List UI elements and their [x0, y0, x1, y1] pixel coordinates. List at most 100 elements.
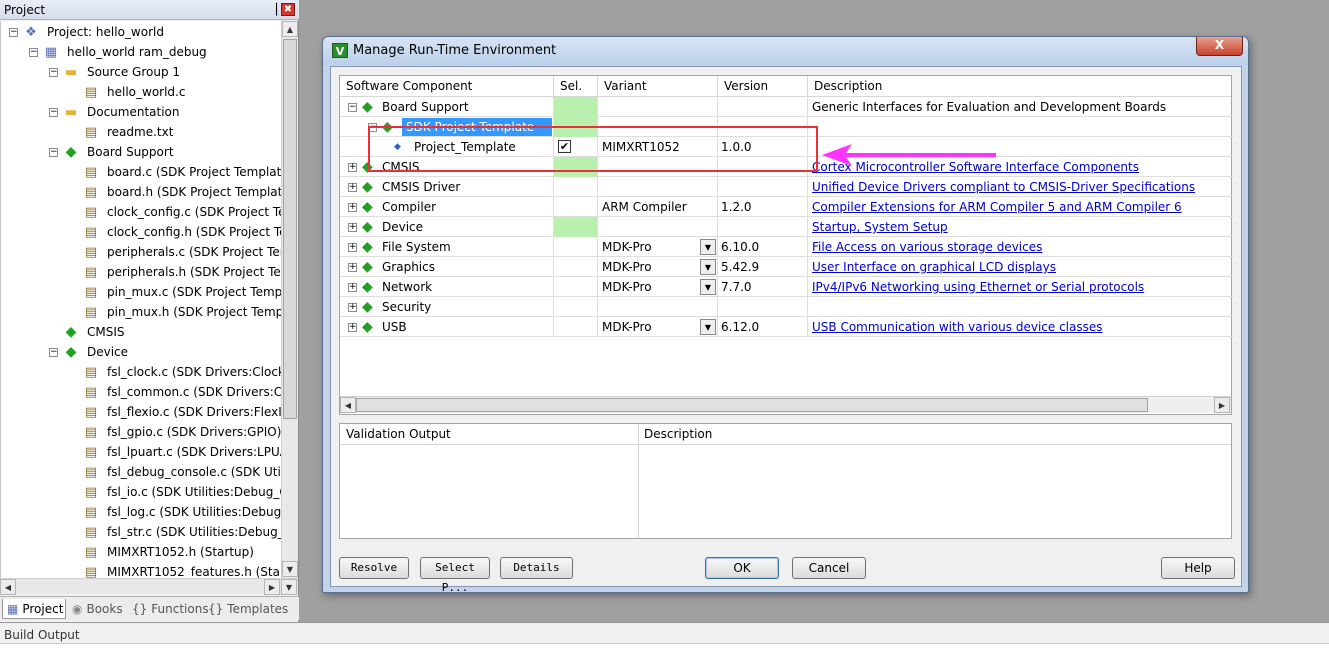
component-cell[interactable]: + ◆ Compiler: [340, 197, 554, 217]
component-cell[interactable]: + ◆ Graphics: [340, 257, 554, 277]
description-cell[interactable]: User Interface on graphical LCD displays: [808, 257, 1233, 277]
scroll-left-arrow-icon[interactable]: ◀: [0, 579, 16, 595]
variant-cell[interactable]: MDK-Pro ▼: [598, 317, 718, 337]
expand-toggle-icon[interactable]: +: [348, 323, 357, 332]
description-link[interactable]: Startup, System Setup: [812, 220, 948, 234]
description-link[interactable]: Compiler Extensions for ARM Compiler 5 a…: [812, 200, 1182, 214]
tree-item[interactable]: ▤ board.h (SDK Project Template:P: [1, 182, 281, 202]
expand-toggle-icon[interactable]: +: [348, 183, 357, 192]
tree-item[interactable]: ▤ fsl_gpio.c (SDK Drivers:GPIO): [1, 422, 281, 442]
column-header-software-component[interactable]: Software Component: [340, 76, 554, 97]
component-row[interactable]: + ◆ CMSIS Driver Unified Device Drivers com…: [340, 177, 1233, 197]
tree-item[interactable]: ▤ readme.txt: [1, 122, 281, 142]
dropdown-arrow-icon[interactable]: ▼: [700, 239, 716, 255]
component-cell[interactable]: + ◆ Device: [340, 217, 554, 237]
sel-cell[interactable]: [554, 317, 598, 337]
scrollbar-thumb[interactable]: [356, 398, 1148, 412]
description-cell[interactable]: File Access on various storage devices: [808, 237, 1233, 257]
description-link[interactable]: File Access on various storage devices: [812, 240, 1042, 254]
collapse-toggle-icon[interactable]: −: [29, 48, 38, 57]
expand-toggle-icon[interactable]: +: [348, 283, 357, 292]
tree-item[interactable]: − ▬ Documentation: [1, 102, 281, 122]
component-row[interactable]: + ◆ Network MDK-Pro ▼ 7.7.0 IPv4/IPv6 Networki…: [340, 277, 1233, 297]
cancel-button[interactable]: Cancel: [792, 557, 866, 579]
description-cell[interactable]: USB Communication with various device cl…: [808, 317, 1233, 337]
component-row[interactable]: + ◆ Graphics MDK-Pro ▼ 5.42.9 User Interface o…: [340, 257, 1233, 277]
tree-item[interactable]: ▤ fsl_flexio.c (SDK Drivers:FlexIO): [1, 402, 281, 422]
scroll-down-arrow-icon[interactable]: ▼: [281, 579, 297, 595]
description-cell[interactable]: IPv4/IPv6 Networking using Ethernet or S…: [808, 277, 1233, 297]
tree-item[interactable]: ▤ fsl_log.c (SDK Utilities:Debug_Co: [1, 502, 281, 522]
component-cell[interactable]: + ◆ USB: [340, 317, 554, 337]
expand-toggle-icon[interactable]: +: [348, 263, 357, 272]
component-grid-horizontal-scrollbar[interactable]: ◀ ▶: [340, 396, 1231, 413]
component-row[interactable]: − ◆ Board Support Generic Interfaces for Ev…: [340, 97, 1233, 117]
sel-cell[interactable]: [554, 97, 598, 117]
collapse-toggle-icon[interactable]: −: [49, 148, 58, 157]
tree-item[interactable]: ▤ fsl_common.c (SDK Drivers:Com: [1, 382, 281, 402]
tree-item[interactable]: ▤ pin_mux.h (SDK Project Template: [1, 302, 281, 322]
help-button[interactable]: Help: [1161, 557, 1235, 579]
description-link[interactable]: USB Communication with various device cl…: [812, 320, 1103, 334]
scroll-right-arrow-icon[interactable]: ▶: [264, 579, 280, 595]
collapse-toggle-icon[interactable]: −: [348, 103, 357, 112]
sel-cell[interactable]: [554, 237, 598, 257]
collapse-toggle-icon[interactable]: −: [49, 68, 58, 77]
tree-item[interactable]: − ◆ Device: [1, 342, 281, 362]
description-cell[interactable]: Startup, System Setup: [808, 217, 1233, 237]
tree-item[interactable]: ▤ board.c (SDK Project Template:P: [1, 162, 281, 182]
description-cell[interactable]: Unified Device Drivers compliant to CMSI…: [808, 177, 1233, 197]
project-tree-vertical-scrollbar[interactable]: ▲ ▼: [281, 21, 298, 578]
expand-toggle-icon[interactable]: +: [348, 163, 357, 172]
sel-cell[interactable]: [554, 217, 598, 237]
component-cell[interactable]: + ◆ Security: [340, 297, 554, 317]
description-link[interactable]: User Interface on graphical LCD displays: [812, 260, 1056, 274]
component-row[interactable]: + ◆ File System MDK-Pro ▼ 6.10.0 File Access o…: [340, 237, 1233, 257]
dialog-titlebar[interactable]: V Manage Run-Time Environment: [323, 37, 1248, 65]
column-header-validation-output[interactable]: Validation Output: [340, 424, 638, 445]
tree-item[interactable]: ▤ fsl_debug_console.c (SDK Utilitie: [1, 462, 281, 482]
component-cell[interactable]: + ◆ CMSIS Driver: [340, 177, 554, 197]
scroll-right-arrow-icon[interactable]: ▶: [1214, 397, 1230, 413]
column-header-description[interactable]: Description: [808, 76, 1231, 97]
tree-item[interactable]: ▤ hello_world.c: [1, 82, 281, 102]
dialog-close-button[interactable]: X: [1196, 37, 1243, 56]
description-link[interactable]: IPv4/IPv6 Networking using Ethernet or S…: [812, 280, 1144, 294]
details-button[interactable]: Details: [500, 557, 573, 579]
sel-cell[interactable]: [554, 197, 598, 217]
component-row[interactable]: + ◆ Security: [340, 297, 1233, 317]
component-cell[interactable]: + ◆ Network: [340, 277, 554, 297]
component-cell[interactable]: − ◆ Board Support: [340, 97, 554, 117]
expand-toggle-icon[interactable]: +: [348, 223, 357, 232]
variant-cell[interactable]: MDK-Pro ▼: [598, 277, 718, 297]
column-header-variant[interactable]: Variant: [598, 76, 718, 97]
tree-item[interactable]: ▤ MIMXRT1052.h (Startup): [1, 542, 281, 562]
component-cell[interactable]: + ◆ File System: [340, 237, 554, 257]
scroll-left-arrow-icon[interactable]: ◀: [340, 397, 356, 413]
sel-cell[interactable]: [554, 297, 598, 317]
column-header-validation-description[interactable]: Description: [638, 424, 1231, 445]
pin-icon[interactable]: ▕: [269, 0, 277, 20]
tree-item[interactable]: ▤ peripherals.c (SDK Project Templ: [1, 242, 281, 262]
collapse-toggle-icon[interactable]: −: [49, 108, 58, 117]
tree-item[interactable]: − ▬ Source Group 1: [1, 62, 281, 82]
component-row[interactable]: + ◆ Compiler ARM Compiler 1.2.0 Compiler Exte…: [340, 197, 1233, 217]
dropdown-arrow-icon[interactable]: ▼: [700, 259, 716, 275]
component-row[interactable]: + ◆ USB MDK-Pro ▼ 6.12.0 USB Communication wit…: [340, 317, 1233, 337]
dropdown-arrow-icon[interactable]: ▼: [700, 319, 716, 335]
tree-item[interactable]: ▤ peripherals.h (SDK Project Templ: [1, 262, 281, 282]
tree-item[interactable]: ▤ MIMXRT1052_features.h (Startup: [1, 562, 281, 578]
tree-item[interactable]: ▤ fsl_str.c (SDK Utilities:Debug_Cor: [1, 522, 281, 542]
tree-item[interactable]: − ❖ Project: hello_world: [1, 22, 281, 42]
tree-item[interactable]: ▤ fsl_clock.c (SDK Drivers:Clock): [1, 362, 281, 382]
sel-cell[interactable]: [554, 257, 598, 277]
tree-item[interactable]: ▤ fsl_io.c (SDK Utilities:Debug_Con: [1, 482, 281, 502]
variant-cell[interactable]: MDK-Pro ▼: [598, 257, 718, 277]
expand-toggle-icon[interactable]: +: [348, 303, 357, 312]
ok-button[interactable]: OK: [705, 557, 779, 579]
variant-cell[interactable]: MDK-Pro ▼: [598, 237, 718, 257]
collapse-toggle-icon[interactable]: −: [49, 348, 58, 357]
description-link[interactable]: Unified Device Drivers compliant to CMSI…: [812, 180, 1195, 194]
expand-toggle-icon[interactable]: +: [348, 203, 357, 212]
tree-item[interactable]: ▤ fsl_lpuart.c (SDK Drivers:LPUART): [1, 442, 281, 462]
